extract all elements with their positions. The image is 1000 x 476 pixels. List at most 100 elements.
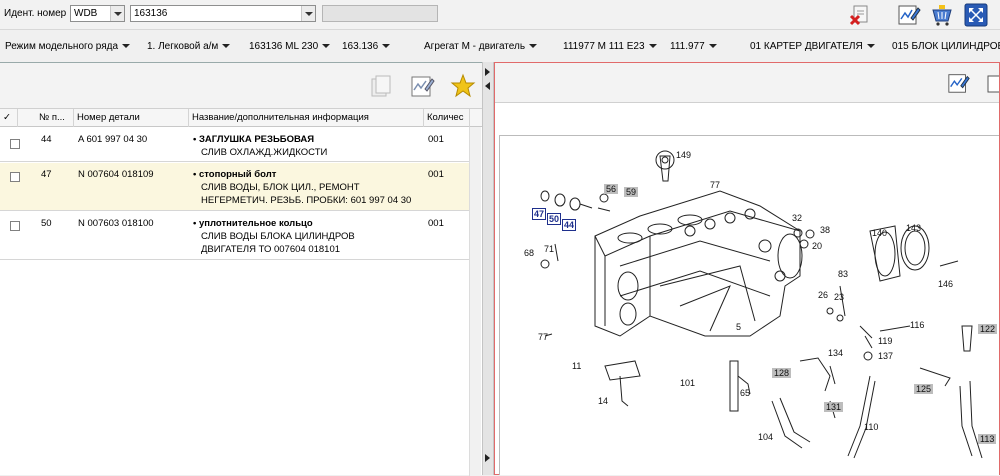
callout-label[interactable]: 122 (978, 324, 998, 334)
chevron-down-icon (708, 44, 717, 49)
chevron-down-icon (322, 44, 331, 49)
edit-notes-icon[interactable] (410, 73, 436, 99)
table-row[interactable]: 47 N 007604 018109 стопорный болт СЛИВ В… (0, 163, 470, 211)
row-qty: 001 (428, 134, 444, 145)
column-header-check[interactable]: ✓ (0, 109, 18, 127)
callout-label[interactable]: 119 (878, 336, 892, 346)
column-header-qty[interactable]: Количес (424, 109, 470, 127)
ident-input[interactable]: 163136 (130, 5, 316, 22)
expand-right-icon[interactable] (485, 68, 490, 76)
callout-label[interactable]: 137 (878, 351, 893, 361)
callout-label[interactable]: 68 (524, 248, 534, 258)
callout-label[interactable]: 11 (572, 361, 581, 371)
favorite-star-icon[interactable] (450, 73, 476, 99)
row-pos: 47 (41, 169, 52, 180)
callout-label[interactable]: 128 (772, 368, 792, 378)
breadcrumb-item[interactable]: 163136 ML 230 (249, 41, 331, 52)
row-qty: 001 (428, 218, 444, 229)
breadcrumb-item[interactable]: 111977 M 111 E23 (563, 41, 657, 52)
callout-label[interactable]: 116 (910, 320, 924, 330)
row-info-line: СЛИВ ОХЛАЖД.ЖИДКОСТИ (201, 147, 328, 158)
ident-label: Идент. номер (4, 8, 67, 19)
chevron-down-icon (222, 44, 231, 49)
callout-label[interactable]: 14 (598, 396, 608, 406)
callout-label-highlighted[interactable]: 47 (532, 208, 547, 220)
breadcrumb-item[interactable]: Агрегат М - двигатель (424, 41, 538, 52)
engine-block-drawing (540, 150, 983, 459)
callout-label[interactable]: 77 (710, 180, 720, 190)
print-icon[interactable] (985, 71, 999, 97)
callout-label[interactable]: 5 (736, 322, 741, 332)
row-name: ЗАГЛУШКА РЕЗЬБОВАЯ (193, 134, 314, 145)
row-part-number: A 601 997 04 30 (78, 134, 148, 145)
callout-label[interactable]: 56 (604, 184, 619, 194)
callout-label-highlighted[interactable]: 44 (562, 219, 577, 231)
callout-label[interactable]: 149 (676, 150, 691, 160)
row-info-line: СЛИВ ВОДЫ БЛОКА ЦИЛИНДРОВ (201, 231, 355, 242)
top-toolbar: Идент. номер WDB 163136 (0, 0, 1000, 30)
callout-label[interactable]: 77 (538, 332, 548, 342)
callout-label[interactable]: 38 (820, 225, 830, 235)
callout-label[interactable]: 32 (792, 213, 802, 223)
column-header-name[interactable]: Название/дополнительная информация (189, 109, 424, 127)
row-checkbox[interactable] (10, 139, 20, 149)
basket-icon[interactable] (930, 3, 954, 27)
callout-label[interactable]: 143 (906, 223, 921, 233)
table-header: ✓ № п... Номер детали Название/дополните… (0, 109, 482, 127)
chevron-down-icon (866, 44, 875, 49)
callout-label[interactable]: 59 (624, 187, 639, 197)
row-name: уплотнительное кольцо (193, 218, 313, 229)
row-checkbox[interactable] (10, 221, 20, 231)
breadcrumb-item[interactable]: 015 БЛОК ЦИЛИНДРОВ (892, 41, 1000, 52)
prefix-select[interactable]: WDB (70, 5, 125, 22)
column-header-pos[interactable]: № п... (36, 109, 74, 127)
chevron-down-icon[interactable] (110, 6, 124, 21)
edit-notes-icon[interactable] (897, 3, 921, 27)
callout-label[interactable]: 83 (838, 269, 848, 279)
panel-splitter[interactable] (482, 62, 494, 475)
breadcrumb-item[interactable]: 163.136 (342, 41, 391, 52)
exploded-parts-diagram[interactable]: 149 77 56 59 47 50 44 32 38 20 140 143 7… (499, 135, 999, 475)
callout-label[interactable]: 110 (864, 422, 878, 432)
callout-label[interactable]: 20 (812, 241, 822, 251)
parts-list-panel: ✓ № п... Номер детали Название/дополните… (0, 62, 482, 476)
row-part-number: N 007603 018100 (78, 218, 154, 229)
callout-label-highlighted[interactable]: 50 (547, 213, 562, 225)
chevron-down-icon[interactable] (301, 6, 315, 21)
callout-label[interactable]: 65 (740, 388, 750, 398)
callout-label[interactable]: 131 (824, 402, 844, 412)
row-part-number: N 007604 018109 (78, 169, 154, 180)
callout-label[interactable]: 134 (828, 348, 843, 358)
disabled-field (322, 5, 438, 22)
row-checkbox[interactable] (10, 172, 20, 182)
callout-label[interactable]: 140 (872, 228, 887, 238)
fullscreen-icon[interactable] (964, 3, 988, 27)
callout-label[interactable]: 146 (938, 279, 953, 289)
callout-label[interactable]: 113 (978, 434, 997, 444)
breadcrumb-item[interactable]: 1. Легковой а/м (147, 41, 231, 52)
breadcrumb-item[interactable]: 111.977 (670, 41, 717, 52)
delete-icon[interactable] (848, 3, 872, 27)
row-name: стопорный болт (193, 169, 276, 180)
list-toolbar (0, 63, 482, 109)
callout-label[interactable]: 23 (834, 292, 844, 302)
table-row[interactable]: 50 N 007603 018100 уплотнительное кольцо… (0, 212, 470, 260)
column-header-part-number[interactable]: Номер детали (74, 109, 189, 127)
edit-notes-icon[interactable] (947, 71, 973, 97)
row-info-line: СЛИВ ВОДЫ, БЛОК ЦИЛ., РЕМОНТ (201, 182, 360, 193)
callout-label[interactable]: 71 (544, 244, 554, 254)
callout-label[interactable]: 104 (758, 432, 773, 442)
callout-label[interactable]: 26 (818, 290, 828, 300)
breadcrumb-item[interactable]: 01 КАРТЕР ДВИГАТЕЛЯ (750, 41, 875, 52)
copy-icon[interactable] (368, 73, 394, 99)
expand-left-icon[interactable] (485, 82, 490, 90)
chevron-down-icon (382, 44, 391, 49)
callout-label[interactable]: 125 (914, 384, 934, 394)
table-row[interactable]: 44 A 601 997 04 30 ЗАГЛУШКА РЕЗЬБОВАЯ СЛ… (0, 128, 470, 162)
row-info-line: НЕГЕРМЕТИЧ. РЕЗЬБ. ПРОБКИ: 601 997 04 30 (201, 195, 412, 206)
callout-label[interactable]: 101 (680, 378, 695, 388)
expand-right-icon[interactable] (485, 454, 490, 462)
prefix-value: WDB (74, 8, 98, 19)
breadcrumb-item[interactable]: Режим модельного ряда (5, 41, 131, 52)
vertical-scrollbar[interactable] (469, 127, 481, 476)
